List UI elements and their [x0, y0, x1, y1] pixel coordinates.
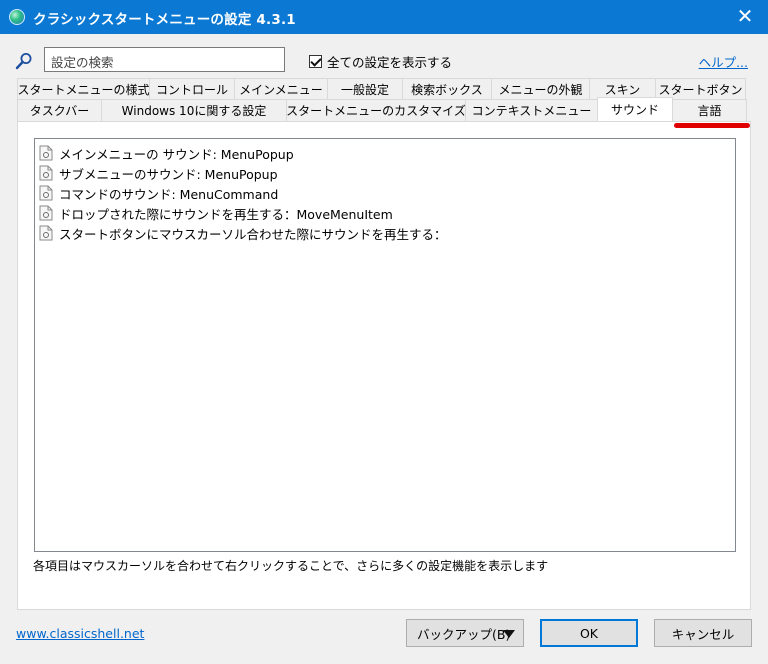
backup-button[interactable]: バックアップ(B) [406, 619, 524, 647]
tab-search-box[interactable]: 検索ボックス [402, 78, 492, 100]
checkbox-checked[interactable] [309, 55, 322, 68]
list-item[interactable]: メインメニューの サウンド: MenuPopup [35, 143, 735, 163]
tab-menu-appearance[interactable]: メニューの外観 [491, 78, 590, 100]
tab-taskbar[interactable]: タスクバー [17, 99, 102, 121]
hint-text: 各項目はマウスカーソルを合わせて右クリックすることで、さらに多くの設定機能を表示… [33, 559, 549, 573]
sound-file-icon [39, 205, 53, 221]
list-item-label: ドロップされた際にサウンドを再生する：MoveMenuItem [59, 206, 393, 222]
list-item-label: コマンドのサウンド: MenuCommand [59, 186, 279, 202]
tab-content-panel: メインメニューの サウンド: MenuPopup サブメニューのサウンド: Me… [17, 121, 751, 610]
show-all-settings-label: 全ての設定を表示する [327, 55, 453, 70]
list-item[interactable]: コマンドのサウンド: MenuCommand [35, 183, 735, 203]
backup-button-label: バックアップ(B) [417, 626, 511, 642]
list-item-label: メインメニューの サウンド: MenuPopup [59, 146, 294, 162]
sound-file-icon [39, 225, 53, 241]
tab-start-menu-style[interactable]: スタートメニューの様式 [17, 78, 150, 100]
tab-general[interactable]: 一般設定 [327, 78, 403, 100]
sound-file-icon [39, 185, 53, 201]
tab-context-menu[interactable]: コンテキストメニュー [465, 99, 598, 121]
sound-file-icon [39, 165, 53, 181]
sound-file-icon [39, 145, 53, 161]
search-input[interactable]: 設定の検索 [44, 47, 285, 72]
search-icon [15, 53, 32, 70]
website-link[interactable]: www.classicshell.net [16, 626, 144, 641]
ok-button[interactable]: OK [540, 619, 638, 647]
list-item[interactable]: スタートボタンにマウスカーソル合わせた際にサウンドを再生する： [35, 223, 735, 243]
cancel-button[interactable]: キャンセル [654, 619, 752, 647]
tab-language[interactable]: 言語 [672, 99, 747, 121]
dropdown-arrow-icon [503, 630, 515, 638]
tab-controls[interactable]: コントロール [149, 78, 235, 100]
window-title: クラシックスタートメニューの設定 4.3.1 [33, 12, 296, 28]
list-item-label: サブメニューのサウンド: MenuPopup [59, 166, 278, 182]
tab-main-menu[interactable]: メインメニュー [234, 78, 328, 100]
tab-windows10-settings[interactable]: Windows 10に関する設定 [101, 99, 287, 121]
title-bar: クラシックスタートメニューの設定 4.3.1 ✕ [0, 0, 768, 34]
list-item-label: スタートボタンにマウスカーソル合わせた際にサウンドを再生する： [59, 226, 447, 242]
app-shell-icon [9, 9, 25, 25]
list-item[interactable]: サブメニューのサウンド: MenuPopup [35, 163, 735, 183]
help-link[interactable]: ヘルプ... [699, 52, 748, 71]
tab-row-2: タスクバー Windows 10に関する設定 スタートメニューのカスタマイズ コ… [17, 97, 747, 121]
tab-customize-start-menu[interactable]: スタートメニューのカスタマイズ [286, 99, 466, 121]
sound-settings-list[interactable]: メインメニューの サウンド: MenuPopup サブメニューのサウンド: Me… [34, 138, 736, 552]
language-tab-highlight-mark [674, 123, 750, 128]
tab-sound[interactable]: サウンド [597, 97, 673, 121]
list-item[interactable]: ドロップされた際にサウンドを再生する：MoveMenuItem [35, 203, 735, 223]
close-button[interactable]: ✕ [722, 0, 768, 34]
show-all-settings-checkbox[interactable]: 全ての設定を表示する [309, 52, 452, 71]
